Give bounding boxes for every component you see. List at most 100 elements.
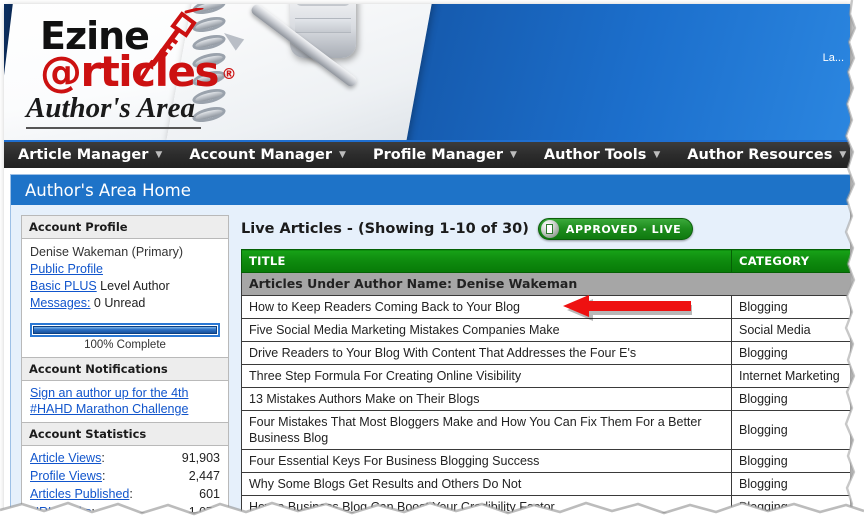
table-header-row: TITLE CATEGORY: [241, 249, 850, 273]
article-category: Blogging: [731, 410, 850, 450]
stat-row: Article Views: 91,903: [30, 451, 220, 465]
table-row[interactable]: Why Some Blogs Get Results and Others Do…: [241, 472, 850, 496]
profile-completion-fill: [33, 326, 217, 334]
table-row[interactable]: Drive Readers to Your Blog With Content …: [241, 341, 850, 365]
panel-account-notifications: Account Notifications Sign an author up …: [21, 357, 229, 422]
page-title: Author's Area Home: [25, 180, 191, 200]
article-title[interactable]: Why Some Blogs Get Results and Others Do…: [241, 472, 732, 496]
stat-label-profile-views[interactable]: Profile Views: [30, 469, 102, 483]
stat-label-url-clicks[interactable]: URL Clicks: [30, 505, 91, 512]
article-category: Blogging: [731, 449, 850, 473]
page-title-bar: Author's Area Home: [11, 175, 850, 205]
nav-label: Account Manager: [189, 147, 333, 163]
stat-label-articles-published[interactable]: Articles Published: [30, 487, 129, 501]
profile-completion-label: 100% Complete: [84, 339, 166, 351]
table-group-row: Articles Under Author Name: Denise Wakem…: [241, 272, 850, 296]
column-header-category[interactable]: CATEGORY: [731, 249, 850, 273]
main-content: Live Articles - (Showing 1-10 of 30) APP…: [241, 215, 850, 512]
document-icon: [540, 220, 559, 238]
article-category: Blogging: [731, 341, 850, 365]
article-title[interactable]: Four Mistakes That Most Bloggers Make an…: [241, 410, 732, 450]
article-category: Blogging: [731, 472, 850, 496]
nav-item-account-manager[interactable]: Account Manager ▼: [175, 142, 359, 168]
status-badge-label: APPROVED · LIVE: [565, 222, 682, 236]
article-title[interactable]: How to Keep Readers Coming Back to Your …: [241, 295, 732, 319]
table-group-label: Articles Under Author Name: Denise Wakem…: [241, 272, 850, 296]
column-header-title[interactable]: TITLE: [241, 249, 732, 273]
nav-label: Article Manager: [18, 147, 149, 163]
messages-link[interactable]: Messages:: [30, 296, 90, 310]
nav-label: Author Tools: [543, 147, 647, 163]
table-row[interactable]: Five Social Media Marketing Mistakes Com…: [241, 318, 850, 342]
stat-row: URL Clicks: 1,079: [30, 503, 220, 512]
content-card: Author's Area Home Account Profile Denis…: [10, 174, 850, 512]
live-articles-table: TITLE CATEGORY Articles Under Author Nam…: [241, 249, 850, 512]
nav-item-article-manager[interactable]: Article Manager ▼: [4, 142, 175, 168]
account-notifications-body: Sign an author up for the 4th #HAHD Mara…: [22, 381, 228, 422]
screenshot-root: Ezine @rticles ® Author's Area La... Art…: [0, 0, 864, 524]
article-category: Blogging: [731, 295, 850, 319]
nav-label: Profile Manager: [372, 147, 503, 163]
article-title[interactable]: 13 Mistakes Authors Make on Their Blogs: [241, 387, 732, 411]
article-title[interactable]: Five Social Media Marketing Mistakes Com…: [241, 318, 732, 342]
chevron-down-icon: ▼: [653, 149, 661, 160]
table-row[interactable]: Three Step Formula For Creating Online V…: [241, 364, 850, 388]
stat-value-articles-published: 601: [199, 487, 220, 501]
status-badge: APPROVED · LIVE: [537, 218, 694, 240]
inkwell-cap: [296, 4, 350, 6]
membership-level-link[interactable]: Basic PLUS: [30, 279, 97, 293]
masthead-right-text: La...: [822, 52, 844, 64]
nav-label: Author Resources: [687, 147, 833, 163]
stat-label-article-views[interactable]: Article Views: [30, 451, 101, 465]
quill-pen-icon: [120, 6, 206, 87]
inkwell-label: [295, 18, 351, 33]
panel-heading-account-profile: Account Profile: [22, 216, 228, 239]
panel-account-statistics: Account Statistics Article Views: 91,903…: [21, 422, 229, 512]
article-category: Social Media: [731, 318, 850, 342]
page-body: Author's Area Home Account Profile Denis…: [4, 168, 850, 512]
profile-owner-name: Denise Wakeman (Primary): [30, 245, 184, 259]
masthead-tagline: Author's Area: [26, 92, 201, 129]
article-category: Internet Marketing: [731, 364, 850, 388]
chevron-down-icon: ▼: [509, 149, 517, 160]
stat-row: Articles Published: 601: [30, 487, 220, 501]
nav-item-author-tools[interactable]: Author Tools ▼: [530, 142, 673, 168]
registered-mark-icon: ®: [221, 65, 236, 83]
table-row[interactable]: Four Essential Keys For Business Bloggin…: [241, 449, 850, 473]
panel-account-profile: Account Profile Denise Wakeman (Primary)…: [21, 215, 229, 357]
table-row[interactable]: How to Keep Readers Coming Back to Your …: [241, 295, 850, 319]
table-row[interactable]: How a Business Blog Can Boost Your Credi…: [241, 495, 850, 512]
article-title[interactable]: Drive Readers to Your Blog With Content …: [241, 341, 732, 365]
table-row[interactable]: 13 Mistakes Authors Make on Their Blogs …: [241, 387, 850, 411]
nav-item-profile-manager[interactable]: Profile Manager ▼: [359, 142, 530, 168]
account-statistics-body: Article Views: 91,903 Profile Views: 2,4…: [22, 446, 228, 512]
account-profile-body: Denise Wakeman (Primary) Public Profile …: [22, 239, 228, 318]
main-navigation: Article Manager ▼ Account Manager ▼ Prof…: [4, 140, 850, 168]
live-articles-header: Live Articles - (Showing 1-10 of 30) APP…: [241, 215, 850, 240]
messages-unread-count: 0 Unread: [90, 296, 146, 310]
page-frame: Ezine @rticles ® Author's Area La... Art…: [4, 4, 850, 512]
stat-value-profile-views: 2,447: [188, 469, 220, 483]
public-profile-link[interactable]: Public Profile: [30, 262, 103, 276]
article-title[interactable]: How a Business Blog Can Boost Your Credi…: [241, 495, 732, 512]
table-row[interactable]: Four Mistakes That Most Bloggers Make an…: [241, 410, 850, 450]
nav-item-author-resources[interactable]: Author Resources ▼: [673, 142, 850, 168]
content-columns: Account Profile Denise Wakeman (Primary)…: [11, 205, 850, 512]
live-articles-title: Live Articles - (Showing 1-10 of 30): [241, 221, 529, 237]
stat-value-article-views: 91,903: [181, 451, 220, 465]
site-masthead: Ezine @rticles ® Author's Area La...: [4, 4, 850, 140]
article-category: Blogging: [731, 495, 850, 512]
panel-heading-account-statistics: Account Statistics: [22, 423, 228, 446]
article-title[interactable]: Four Essential Keys For Business Bloggin…: [241, 449, 732, 473]
article-title[interactable]: Three Step Formula For Creating Online V…: [241, 364, 732, 388]
sidebar: Account Profile Denise Wakeman (Primary)…: [21, 215, 229, 512]
stat-value-url-clicks: 1,079: [188, 505, 220, 512]
profile-completion-progressbar: [30, 323, 220, 337]
stat-row: Profile Views: 2,447: [30, 469, 220, 483]
membership-level-suffix: Level Author: [96, 279, 170, 293]
article-category: Blogging: [731, 387, 850, 411]
notification-link-hahd-challenge[interactable]: Sign an author up for the 4th #HAHD Mara…: [30, 386, 188, 416]
chevron-down-icon: ▼: [155, 149, 163, 160]
chevron-down-icon: ▼: [839, 149, 847, 160]
panel-heading-account-notifications: Account Notifications: [22, 358, 228, 381]
